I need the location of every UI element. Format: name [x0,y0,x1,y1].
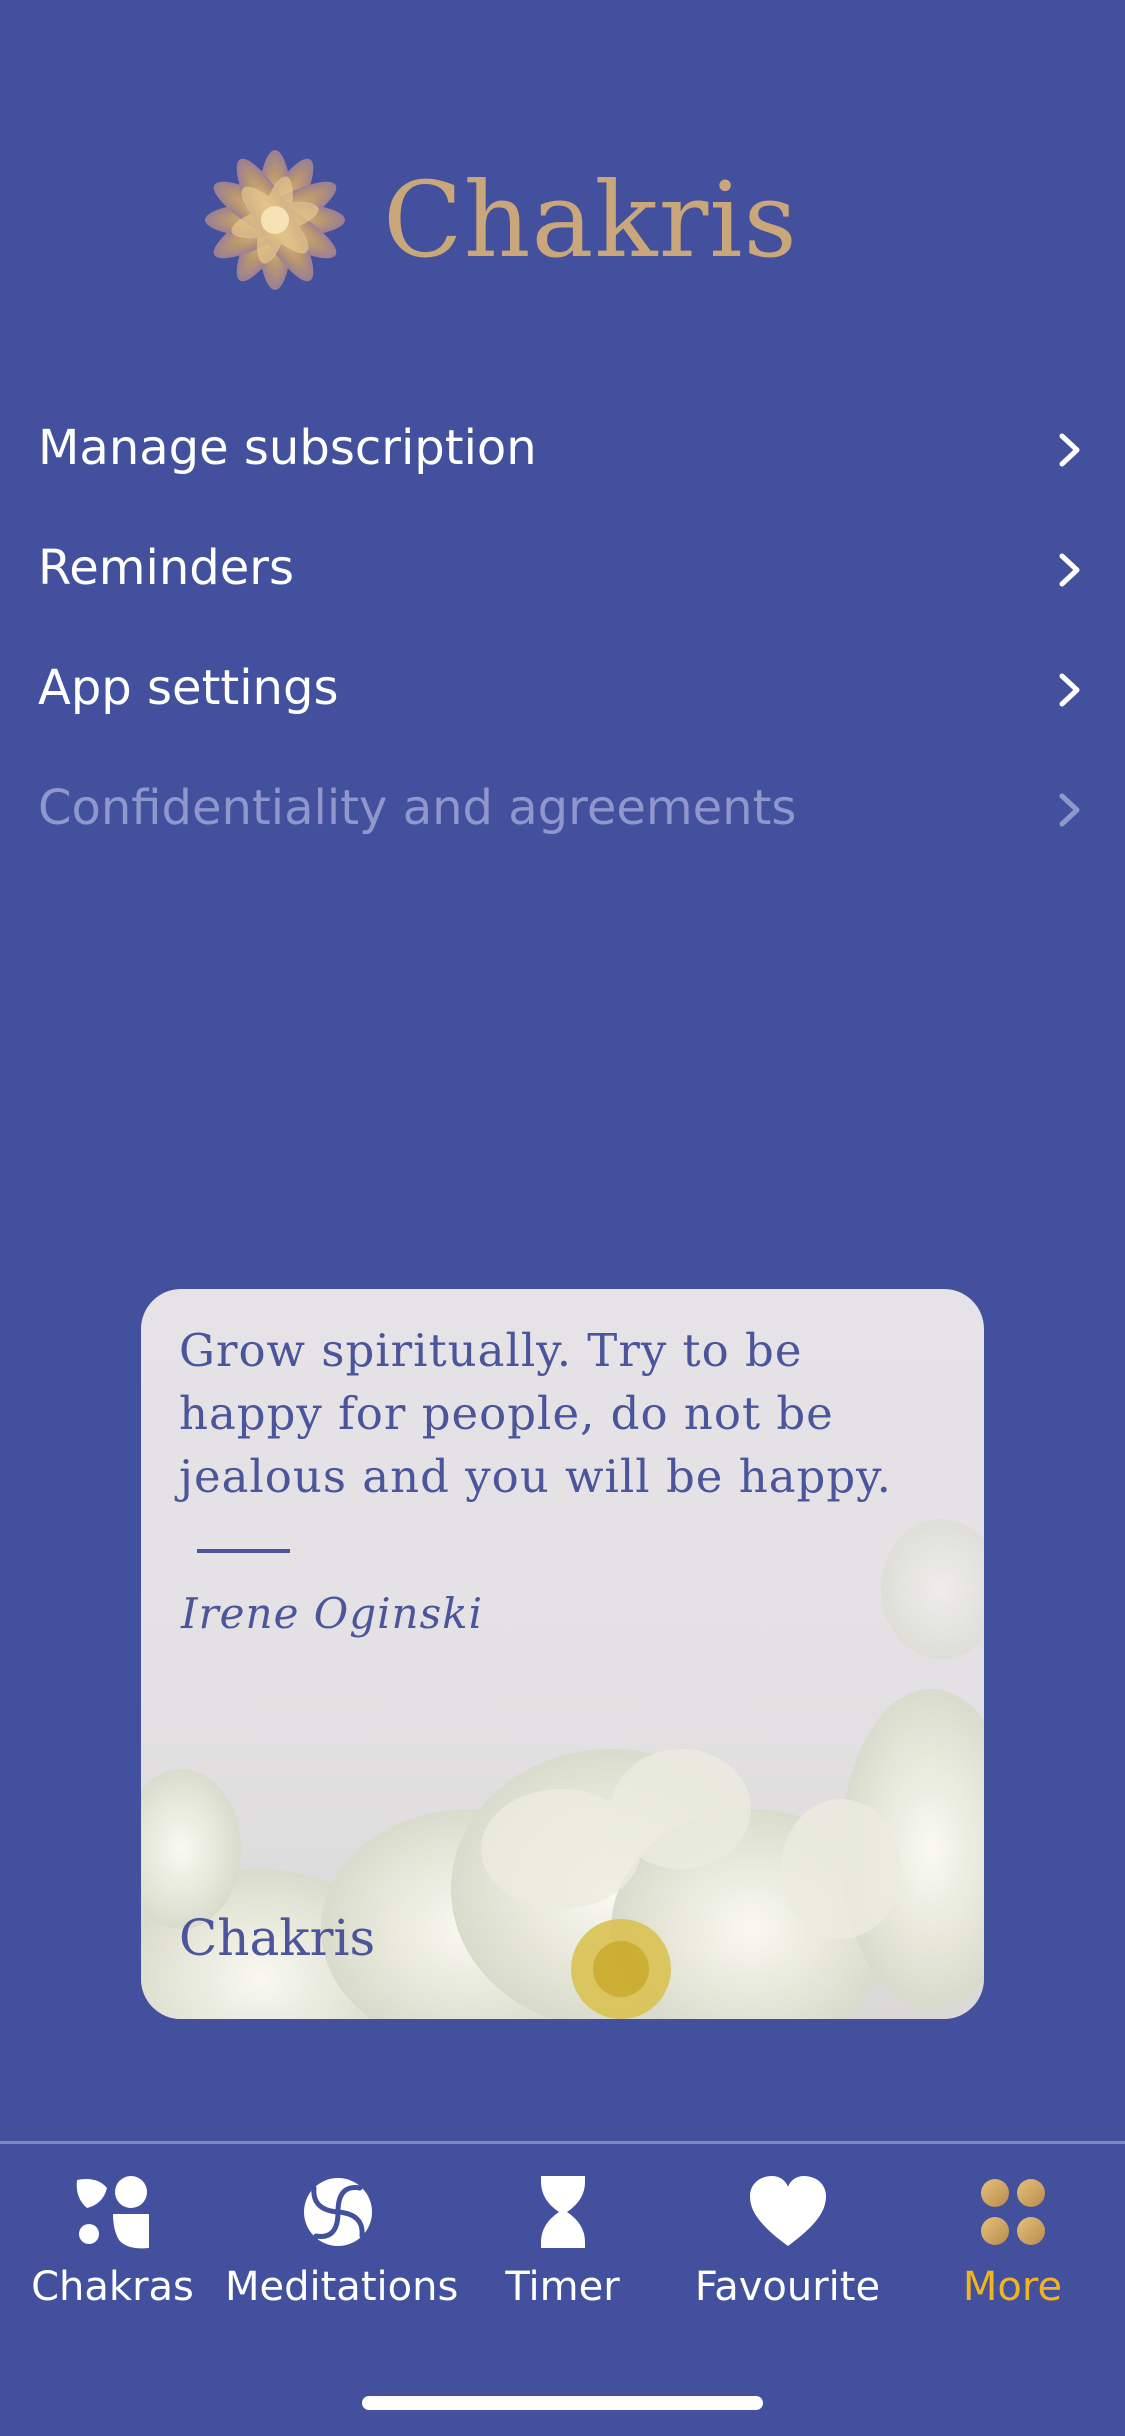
tab-meditations[interactable]: Meditations [225,2174,459,2310]
tab-label: Favourite [694,2264,881,2310]
tab-bar: Chakras Meditations Timer Favourite More [0,2141,1125,2436]
tab-more[interactable]: More [900,2174,1125,2310]
quote-text: Grow spiritually. Try to be happy for pe… [179,1324,892,1503]
lotus-logo-icon [205,150,345,290]
quote-card[interactable]: Grow spiritually. Try to be happy for pe… [141,1289,984,2019]
quote-divider [197,1549,290,1553]
menu-item-manage-subscription[interactable]: Manage subscription [0,388,1125,508]
home-indicator[interactable] [362,2396,763,2410]
chevron-right-icon [1059,673,1080,707]
settings-menu: Manage subscription Reminders App settin… [0,388,1125,868]
more-grid-icon [980,2179,1045,2245]
hourglass-icon [540,2176,585,2248]
menu-item-label: Confidentiality and agreements [38,780,797,836]
tab-label: Chakras [31,2264,194,2310]
menu-item-reminders[interactable]: Reminders [0,508,1125,628]
menu-item-app-settings[interactable]: App settings [0,628,1125,748]
tab-timer[interactable]: Timer [450,2174,675,2310]
tab-chakras[interactable]: Chakras [0,2174,225,2310]
tab-label: Meditations [225,2264,459,2310]
meditations-icon [303,2178,372,2246]
chevron-right-icon [1059,553,1080,587]
quote-author: Irene Oginski [181,1589,484,1638]
tab-label: Timer [505,2264,620,2310]
tab-label: More [962,2264,1063,2310]
tab-favourite[interactable]: Favourite [675,2174,900,2310]
heart-icon [749,2176,826,2246]
chevron-right-icon [1059,433,1080,467]
quote-brand: Chakris [179,1909,376,1967]
app-name: Chakris [383,159,798,281]
chevron-right-icon [1059,793,1080,827]
menu-item-label: Manage subscription [38,420,537,476]
app-logo: Chakris [175,120,798,320]
menu-item-confidentiality[interactable]: Confidentiality and agreements [0,748,1125,868]
chakras-icon [76,2176,149,2249]
menu-item-label: App settings [38,660,339,716]
menu-item-label: Reminders [38,540,294,596]
